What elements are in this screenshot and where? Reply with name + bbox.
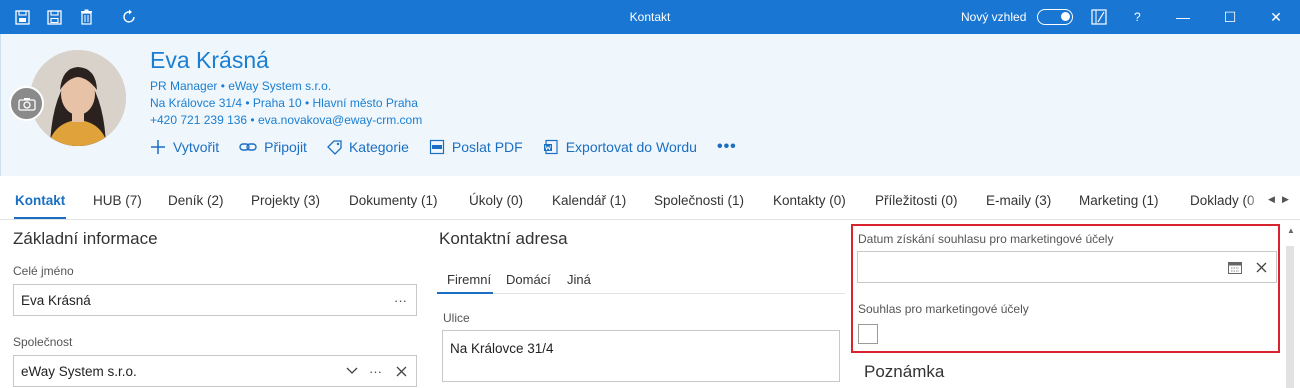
chevron-down-icon[interactable]	[346, 356, 358, 386]
export-word-label: Exportovat do Wordu	[565, 139, 697, 155]
subtab-jina[interactable]: Jiná	[567, 272, 591, 287]
tab-fade	[1245, 190, 1265, 214]
tab-denik[interactable]: Deník (2)	[168, 193, 224, 208]
tab-bar: Kontakt HUB (7) Deník (2) Projekty (3) D…	[0, 176, 1300, 220]
help-button[interactable]: ?	[1134, 10, 1141, 24]
action-bar: Vytvořit Připojit Kategorie Poslat PDF E…	[150, 137, 737, 157]
subtab-firemni[interactable]: Firemní	[447, 272, 491, 287]
street-value: Na Královce 31/4	[450, 341, 554, 356]
close-button[interactable]: ✕	[1268, 9, 1284, 25]
toggle-knob	[1061, 12, 1070, 21]
ellipsis-icon[interactable]: ···	[369, 356, 382, 386]
tag-icon	[327, 139, 342, 155]
new-look-toggle[interactable]	[1037, 9, 1073, 25]
tab-spolecnosti[interactable]: Společnosti (1)	[654, 193, 744, 208]
full-name-label: Celé jméno	[13, 264, 74, 278]
category-button[interactable]: Kategorie	[327, 139, 409, 155]
calendar-icon[interactable]	[1228, 252, 1242, 282]
tab-kalendar[interactable]: Kalendář (1)	[552, 193, 626, 208]
tab-projekty[interactable]: Projekty (3)	[251, 193, 320, 208]
clear-icon[interactable]	[1256, 252, 1267, 282]
company-field[interactable]: eWay System s.r.o. ···	[13, 355, 417, 387]
tab-prilezitosti[interactable]: Příležitosti (0)	[875, 193, 958, 208]
minimize-button[interactable]: —	[1175, 9, 1191, 25]
scroll-up-icon[interactable]: ▲	[1287, 226, 1295, 235]
send-pdf-button[interactable]: Poslat PDF	[429, 139, 523, 155]
tab-ukoly[interactable]: Úkoly (0)	[469, 193, 523, 208]
attach-label: Připojit	[264, 139, 307, 155]
tab-scroll-left-icon[interactable]: ◀	[1268, 194, 1275, 205]
maximize-button[interactable]: ☐	[1222, 9, 1238, 25]
send-pdf-label: Poslat PDF	[451, 139, 523, 155]
full-name-value: Eva Krásná	[21, 292, 91, 308]
attach-button[interactable]: Připojit	[239, 139, 307, 155]
consent-checkbox[interactable]	[858, 324, 878, 344]
street-field[interactable]: Na Královce 31/4	[442, 330, 840, 382]
clear-icon[interactable]	[396, 356, 407, 386]
contact-address: Na Královce 31/4 • Praha 10 • Hlavní měs…	[150, 96, 418, 110]
camera-icon[interactable]	[9, 86, 44, 121]
contact-name: Eva Krásná	[150, 47, 269, 73]
link-icon	[239, 143, 257, 151]
contact-role-company: PR Manager • eWay System s.r.o.	[150, 79, 332, 93]
new-look-label: Nový vzhled	[961, 10, 1027, 24]
consent-date-field[interactable]	[857, 251, 1277, 283]
active-subtab-indicator	[437, 292, 493, 294]
full-name-field[interactable]: Eva Krásná ···	[13, 284, 417, 316]
create-button[interactable]: Vytvořit	[150, 139, 219, 155]
street-label: Ulice	[443, 311, 470, 325]
contact-header: Eva Krásná PR Manager • eWay System s.r.…	[0, 34, 1300, 176]
consent-label: Souhlas pro marketingové účely	[858, 302, 1029, 316]
note-title: Poznámka	[864, 362, 945, 381]
category-label: Kategorie	[348, 139, 409, 155]
word-icon	[543, 139, 558, 155]
create-label: Vytvořit	[173, 139, 220, 155]
scroll-thumb[interactable]	[1286, 246, 1294, 388]
basic-info-title: Základní informace	[13, 229, 158, 248]
tab-scroll-right-icon[interactable]: ▶	[1282, 194, 1289, 205]
subtab-domaci[interactable]: Domácí	[506, 272, 551, 287]
contact-phone-email: +420 721 239 136 • eva.novakova@eway-crm…	[150, 113, 423, 127]
tab-marketing[interactable]: Marketing (1)	[1079, 193, 1159, 208]
tab-hub[interactable]: HUB (7)	[93, 193, 142, 208]
tab-dokumenty[interactable]: Dokumenty (1)	[349, 193, 438, 208]
active-tab-indicator	[14, 217, 66, 219]
contact-address-title: Kontaktní adresa	[439, 229, 568, 248]
tab-kontakty[interactable]: Kontakty (0)	[773, 193, 846, 208]
layout-icon[interactable]	[1090, 8, 1108, 26]
export-word-button[interactable]: Exportovat do Wordu	[543, 139, 697, 155]
consent-date-label: Datum získání souhlasu pro marketingové …	[858, 232, 1114, 246]
title-bar: Kontakt Nový vzhled ? — ☐ ✕	[0, 0, 1300, 34]
ellipsis-icon[interactable]: ···	[394, 285, 407, 315]
address-subtabs: Firemní Domácí Jiná	[437, 262, 845, 294]
pdf-icon	[429, 139, 444, 155]
more-actions-button[interactable]: •••	[717, 138, 737, 156]
tab-emaily[interactable]: E-maily (3)	[986, 193, 1051, 208]
company-label: Společnost	[13, 335, 73, 349]
plus-icon	[151, 140, 165, 154]
tab-kontakt[interactable]: Kontakt	[15, 193, 65, 208]
company-value: eWay System s.r.o.	[21, 363, 137, 379]
avatar[interactable]	[30, 50, 126, 146]
